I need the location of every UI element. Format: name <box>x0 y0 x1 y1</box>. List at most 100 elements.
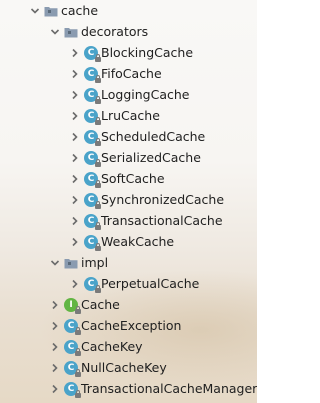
tree-node-class[interactable]: C CacheKey <box>0 336 257 357</box>
lock-icon <box>95 284 101 293</box>
tree-node-label: cache <box>61 3 99 18</box>
class-icon-letter: C <box>87 215 95 226</box>
chevron-right-icon[interactable] <box>68 147 82 168</box>
tree-node-interface[interactable]: I Cache <box>0 294 257 315</box>
class-icon: C <box>84 108 101 125</box>
chevron-right-icon[interactable] <box>68 231 82 252</box>
interface-icon: I <box>64 297 81 314</box>
lock-icon <box>95 137 101 146</box>
lock-icon <box>75 368 81 377</box>
tree-node-label: SerializedCache <box>101 150 201 165</box>
chevron-right-icon[interactable] <box>68 42 82 63</box>
tree-node-label: WeakCache <box>101 234 175 249</box>
chevron-right-icon[interactable] <box>68 63 82 84</box>
chevron-right-icon[interactable] <box>48 315 62 336</box>
class-icon: C <box>84 66 101 83</box>
tree-node-label: NullCacheKey <box>81 360 167 375</box>
lock-icon <box>95 53 101 62</box>
chevron-down-icon[interactable] <box>28 0 42 21</box>
lock-icon <box>95 242 101 251</box>
lock-icon <box>95 221 101 230</box>
class-icon-letter: C <box>87 110 95 121</box>
class-icon-letter: C <box>87 236 95 247</box>
chevron-right-icon[interactable] <box>68 105 82 126</box>
package-folder-icon <box>44 4 58 18</box>
tree-node-label: CacheException <box>81 318 182 333</box>
tree-node-class[interactable]: C TransactionalCache <box>0 210 257 231</box>
chevron-right-icon[interactable] <box>48 357 62 378</box>
lock-icon <box>75 389 81 398</box>
chevron-down-icon[interactable] <box>48 21 62 42</box>
tree-node-label: ScheduledCache <box>101 129 206 144</box>
tree-node-class[interactable]: C PerpetualCache <box>0 273 257 294</box>
class-icon-letter: C <box>87 173 95 184</box>
tree-node-class[interactable]: C FifoCache <box>0 63 257 84</box>
class-icon: C <box>84 129 101 146</box>
class-icon-letter: C <box>87 194 95 205</box>
tree-node-class[interactable]: C SynchronizedCache <box>0 189 257 210</box>
package-folder-icon <box>64 256 78 270</box>
chevron-right-icon[interactable] <box>48 294 62 315</box>
tree-node-label: CacheKey <box>81 339 143 354</box>
class-icon: C <box>84 45 101 62</box>
tree-node-label: SoftCache <box>101 171 165 186</box>
class-icon-letter: C <box>67 383 75 394</box>
tree-node-class[interactable]: C BlockingCache <box>0 42 257 63</box>
chevron-right-icon[interactable] <box>68 84 82 105</box>
class-icon-letter: C <box>67 362 75 373</box>
tree-node-class[interactable]: C LoggingCache <box>0 84 257 105</box>
tree-node-decorators[interactable]: decorators <box>0 21 257 42</box>
tree-node-label: decorators <box>81 24 149 39</box>
tree-node-class[interactable]: C CacheException <box>0 315 257 336</box>
class-icon: C <box>84 276 101 293</box>
lock-icon <box>95 116 101 125</box>
lock-icon <box>75 326 81 335</box>
tree-node-label: FifoCache <box>101 66 162 81</box>
chevron-down-icon[interactable] <box>48 252 62 273</box>
project-tree: cache decorators C BlockingCache C FifoC… <box>0 0 257 403</box>
tree-node-label: BlockingCache <box>101 45 194 60</box>
class-icon: C <box>84 192 101 209</box>
class-icon-letter: C <box>87 278 95 289</box>
class-icon-letter: C <box>87 131 95 142</box>
chevron-right-icon[interactable] <box>68 273 82 294</box>
lock-icon <box>95 95 101 104</box>
class-icon: C <box>64 360 81 377</box>
class-icon: C <box>64 339 81 356</box>
package-folder-icon <box>64 25 78 39</box>
tree-node-impl[interactable]: impl <box>0 252 257 273</box>
interface-icon-letter: I <box>69 299 73 310</box>
chevron-right-icon[interactable] <box>68 168 82 189</box>
tree-node-class[interactable]: C TransactionalCacheManager <box>0 378 257 399</box>
lock-icon <box>75 347 81 356</box>
tree-node-class[interactable]: C SerializedCache <box>0 147 257 168</box>
lock-icon <box>75 305 81 314</box>
tree-node-label: impl <box>81 255 109 270</box>
tree-node-label: Cache <box>81 297 120 312</box>
class-icon: C <box>64 318 81 335</box>
class-icon: C <box>84 87 101 104</box>
tree-node-cache[interactable]: cache <box>0 0 257 21</box>
class-icon: C <box>84 234 101 251</box>
class-icon-letter: C <box>87 47 95 58</box>
tree-node-class[interactable]: C NullCacheKey <box>0 357 257 378</box>
chevron-right-icon[interactable] <box>48 378 62 399</box>
chevron-right-icon[interactable] <box>68 210 82 231</box>
tree-node-class[interactable]: C LruCache <box>0 105 257 126</box>
class-icon: C <box>84 171 101 188</box>
class-icon-letter: C <box>87 68 95 79</box>
tree-node-label: LoggingCache <box>101 87 190 102</box>
tree-node-class[interactable]: C SoftCache <box>0 168 257 189</box>
chevron-right-icon[interactable] <box>68 189 82 210</box>
class-icon: C <box>64 381 81 398</box>
tree-node-label: SynchronizedCache <box>101 192 225 207</box>
class-icon: C <box>84 213 101 230</box>
chevron-right-icon[interactable] <box>68 126 82 147</box>
lock-icon <box>95 200 101 209</box>
tree-node-class[interactable]: C WeakCache <box>0 231 257 252</box>
chevron-right-icon[interactable] <box>48 336 62 357</box>
class-icon-letter: C <box>67 341 75 352</box>
class-icon-letter: C <box>87 152 95 163</box>
tree-node-class[interactable]: C ScheduledCache <box>0 126 257 147</box>
class-icon: C <box>84 150 101 167</box>
